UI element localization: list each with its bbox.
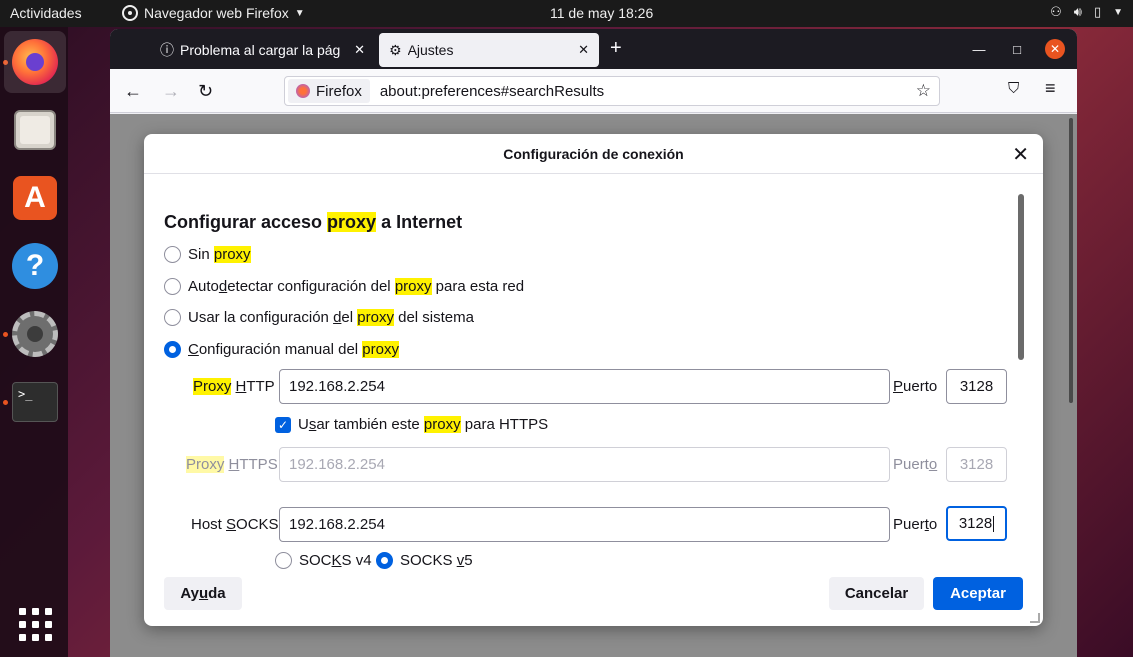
http-port-label: Puerto (893, 378, 938, 395)
window-close-button[interactable]: ✕ (1045, 39, 1065, 59)
dock: A ? >_ (0, 27, 68, 657)
tab-settings[interactable]: ⚙ Ajustes ✕ (379, 33, 599, 67)
https-proxy-label: Proxy HTTPS (186, 456, 278, 473)
firefox-icon (296, 84, 310, 98)
chevron-down-icon: ▼ (294, 7, 305, 19)
help-button[interactable]: Ay u da (164, 577, 242, 610)
http-proxy-label: Proxy HTTP (193, 378, 275, 395)
terminal-icon: >_ (12, 382, 58, 422)
radio-system-proxy[interactable]: Usar la configuración del proxy del sist… (164, 309, 474, 326)
radio-button-selected[interactable] (164, 341, 181, 358)
socks-port-input[interactable]: 3128 (946, 506, 1007, 541)
radio-no-proxy[interactable]: Sin proxy (164, 246, 251, 263)
dock-files[interactable] (4, 99, 66, 161)
dock-software[interactable]: A (4, 167, 66, 229)
radio-button-selected[interactable] (376, 552, 393, 569)
reload-button[interactable]: ↻ (198, 81, 213, 102)
new-tab-button[interactable]: + (610, 37, 622, 60)
top-bar: Actividades Navegador web Firefox ▼ 11 d… (0, 0, 1133, 27)
https-port-label: Puerto (893, 456, 938, 473)
text-caret (993, 515, 995, 532)
files-icon (14, 110, 56, 150)
network-icon: ⚇ (1050, 4, 1062, 19)
firefox-icon (12, 39, 58, 85)
radio-label: Usar la configuración del proxy del sist… (188, 309, 474, 326)
radio-label: Configuración manual del proxy (188, 341, 399, 358)
radio-button[interactable] (164, 246, 181, 263)
volume-icon: 🔊︎ (1073, 4, 1082, 19)
close-icon[interactable]: ✕ (354, 42, 365, 58)
radio-label: Autodetectar configuración del proxy par… (188, 278, 525, 295)
system-tray[interactable]: ⚇ 🔊︎ ▯ ▼ (1050, 4, 1123, 20)
chevron-down-icon: ▼ (1113, 6, 1123, 18)
radio-label: Sin proxy (188, 246, 251, 263)
back-button[interactable]: ← (124, 81, 142, 102)
minimize-button[interactable]: — (969, 42, 989, 57)
dock-settings[interactable] (4, 303, 66, 365)
info-icon: ⓘ (160, 42, 174, 58)
tab-title: Problema al cargar la pág (180, 42, 341, 58)
dialog-header: Configuración de conexión (144, 134, 1043, 174)
checkbox-label: Usar también este proxy para HTTPS (298, 416, 549, 433)
dialog-title: Configuración de conexión (503, 145, 684, 162)
radio-socks-v4[interactable]: SOCKS v4 (275, 552, 372, 569)
identity-box[interactable]: Firefox (288, 79, 370, 103)
cancel-button[interactable]: Cancelar (829, 577, 924, 610)
dialog-scrollbar[interactable] (1018, 194, 1024, 360)
firefox-app-icon (122, 5, 138, 21)
dialog-close-button[interactable]: ✕ (1012, 142, 1029, 167)
tab-bar: ⓘ Problema al cargar la pág ✕ ⚙ Ajustes … (110, 29, 1077, 69)
software-store-icon: A (13, 176, 57, 220)
section-title: Configurar acceso proxy a Internet (164, 212, 463, 232)
dock-help[interactable]: ? (4, 235, 66, 297)
close-icon[interactable]: ✕ (578, 42, 589, 58)
bookmark-star-icon[interactable]: ☆ (916, 81, 931, 101)
https-port-input[interactable]: 3128 (946, 447, 1007, 482)
app-menu[interactable]: Navegador web Firefox ▼ (122, 5, 305, 21)
settings-icon (12, 311, 58, 357)
clock[interactable]: 11 de may 18:26 (550, 5, 653, 21)
app-name: Navegador web Firefox (144, 5, 289, 21)
identity-label: Firefox (316, 82, 362, 100)
radio-button[interactable] (275, 552, 292, 569)
http-port-input[interactable]: 3128 (946, 369, 1007, 404)
dock-firefox[interactable] (4, 31, 66, 93)
http-proxy-input[interactable]: 192.168.2.254 (279, 369, 890, 404)
radio-socks-v5[interactable]: SOCKS v5 (376, 552, 473, 569)
socks-host-input[interactable]: 192.168.2.254 (279, 507, 890, 542)
show-apps-button[interactable] (4, 593, 66, 655)
checkbox-checked[interactable]: ✓ (275, 416, 291, 433)
accept-button[interactable]: Aceptar (933, 577, 1023, 610)
page-scrollbar[interactable] (1069, 118, 1073, 403)
pocket-icon[interactable]: ⛉ (1008, 80, 1019, 97)
activities-button[interactable]: Actividades (10, 5, 82, 21)
resize-grip-icon[interactable] (1030, 613, 1040, 623)
forward-button[interactable]: → (162, 81, 180, 102)
tab-title: Ajustes (407, 42, 454, 58)
help-icon: ? (12, 243, 58, 289)
radio-manual-proxy[interactable]: Configuración manual del proxy (164, 341, 399, 358)
radio-autodetect[interactable]: Autodetectar configuración del proxy par… (164, 278, 524, 295)
connection-settings-dialog: Configuración de conexión ✕ Configurar a… (144, 134, 1043, 626)
gear-icon: ⚙ (389, 41, 402, 58)
url-bar[interactable]: Firefox about:preferences#searchResults … (284, 76, 940, 106)
window-controls: — □ ✕ (969, 39, 1065, 59)
tab-problem[interactable]: ⓘ Problema al cargar la pág ✕ (150, 33, 375, 67)
battery-icon: ▯ (1093, 4, 1102, 19)
apps-grid-icon (18, 607, 52, 641)
maximize-button[interactable]: □ (1007, 42, 1027, 57)
radio-button[interactable] (164, 309, 181, 326)
radio-label: SOCKS v5 (400, 552, 473, 569)
menu-icon[interactable]: ≡ (1045, 78, 1056, 99)
socks-host-label: Host SOCKS (191, 516, 279, 533)
socks-port-label: Puerto (893, 516, 938, 533)
dock-terminal[interactable]: >_ (4, 371, 66, 433)
url-text[interactable]: about:preferences#searchResults (380, 83, 916, 100)
also-https-checkbox-row[interactable]: ✓ Usar también este proxy para HTTPS (275, 416, 548, 433)
https-proxy-input[interactable]: 192.168.2.254 (279, 447, 890, 482)
radio-button[interactable] (164, 278, 181, 295)
nav-bar: ← → ↻ Firefox about:preferences#searchRe… (110, 69, 1077, 113)
radio-label: SOCKS v4 (299, 552, 372, 569)
